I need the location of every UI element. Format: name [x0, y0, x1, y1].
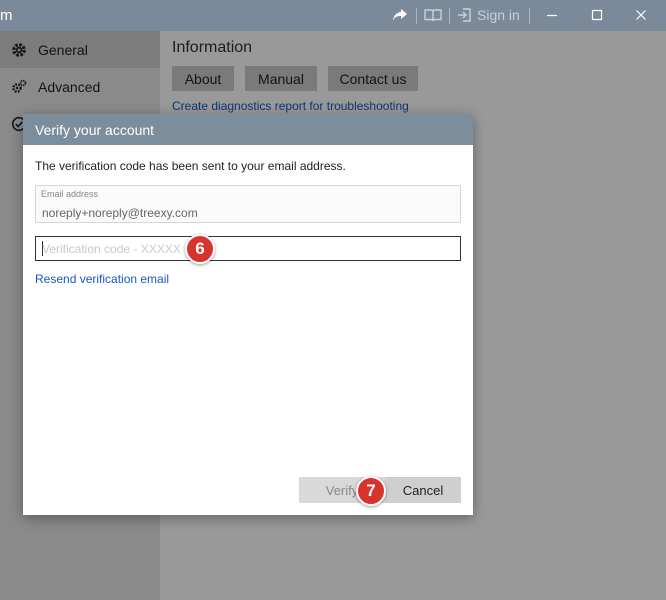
- title-bar: m Sign in: [0, 0, 666, 31]
- minimize-icon[interactable]: [543, 6, 561, 24]
- sign-in-icon: [458, 8, 471, 22]
- close-icon[interactable]: [632, 6, 650, 24]
- text-caret: [42, 241, 43, 256]
- title-separator: [416, 8, 417, 24]
- email-value: noreply+noreply@treexy.com: [42, 206, 198, 220]
- book-icon[interactable]: [424, 6, 442, 24]
- sign-in-button[interactable]: Sign in: [457, 5, 520, 25]
- verification-code-input[interactable]: [35, 236, 461, 261]
- step-marker-7: 7: [356, 476, 386, 506]
- maximize-icon[interactable]: [588, 6, 606, 24]
- email-field: Email address noreply+noreply@treexy.com: [35, 185, 461, 223]
- share-arrow-icon[interactable]: [392, 6, 408, 24]
- resend-link[interactable]: Resend verification email: [35, 272, 169, 286]
- app-title: m: [0, 7, 13, 24]
- sign-in-label: Sign in: [477, 7, 520, 23]
- cancel-button[interactable]: Cancel: [385, 477, 461, 503]
- dialog-title: Verify your account: [23, 114, 473, 145]
- title-separator: [449, 8, 450, 24]
- title-separator: [529, 8, 530, 24]
- step-marker-6: 6: [185, 234, 215, 264]
- email-label: Email address: [41, 189, 99, 199]
- verify-dialog: Verify your account The verification cod…: [23, 114, 473, 515]
- dialog-message: The verification code has been sent to y…: [35, 159, 346, 173]
